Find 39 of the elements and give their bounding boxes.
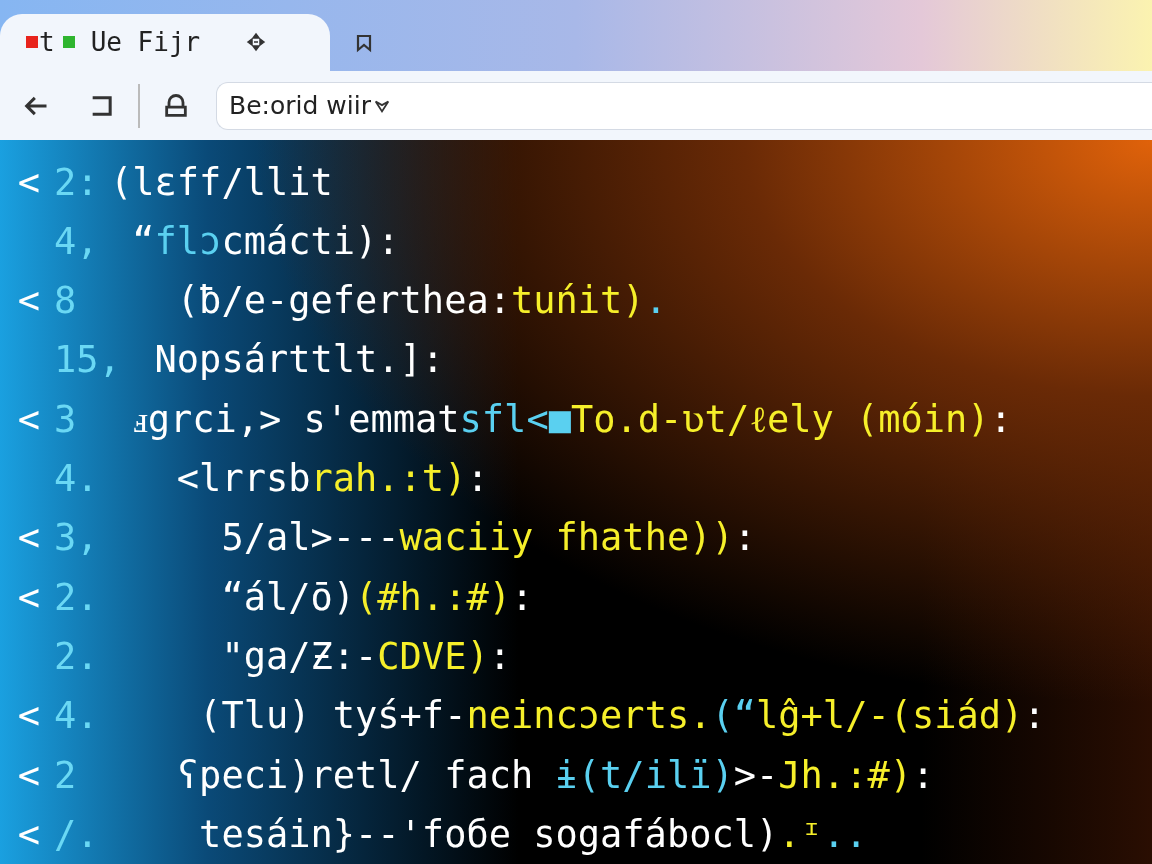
line-number: 2 [53, 753, 78, 797]
line-number: 3 [53, 397, 78, 441]
address-field[interactable]: Be:orid wiir [216, 81, 1152, 130]
line-marker: < [16, 812, 40, 856]
line-number: 2. [53, 634, 100, 678]
code-line: “flɔcmácti): [131, 219, 400, 263]
bookmark-icon[interactable] [354, 32, 374, 53]
code-line: (Tlu) tyś+f-neincɔerts.(“lĝ+l/-(siád): [198, 694, 1046, 738]
line-marker: < [16, 753, 40, 797]
line-marker: < [16, 694, 40, 738]
line-number: 2: [53, 160, 100, 204]
line-number: 4. [53, 457, 100, 501]
line-marker: < [16, 160, 40, 204]
line-marker: < [16, 575, 40, 619]
line-number: 2. [53, 575, 100, 619]
line-number: 3, [53, 516, 100, 560]
line-number: /. [53, 812, 100, 856]
browser-tab[interactable]: t Ue Fijr [0, 13, 330, 71]
favicon-icon [62, 36, 75, 49]
code-line: (lɛff/llit [110, 160, 333, 204]
code-line: <lrrsb rah.:t): [175, 457, 489, 501]
line-number: 8 [53, 279, 78, 323]
line-marker: < [16, 516, 40, 560]
code-line: 5/al>---waciiy fhathe)): [220, 516, 756, 560]
code-line: (ƀ/e-gefertheа:tuńit). [175, 279, 667, 323]
code-line: tesáin}--'foбe sogafábocl).ᶦ.. [198, 812, 868, 856]
code-line: "ga/Ƶ:-CDVE): [220, 634, 511, 678]
code-line: ⅎgrci,> s'emmatsfl<■To.d-ʋt/ℓely (móin): [131, 397, 1012, 441]
line-number: 4. [53, 694, 100, 738]
code-line: “ál/ō)(#h.:#): [220, 575, 534, 619]
favicon-icon [26, 36, 38, 49]
line-marker: < [16, 397, 40, 441]
line-number: 15, [53, 338, 110, 382]
code-line: Nopsárttlt.]: [153, 338, 445, 382]
move-icon[interactable] [246, 32, 267, 53]
code-line: ʕpeci)retl/ fach ɨ(t/ilï)>-Jh.:#): [175, 753, 935, 797]
lock-icon[interactable] [162, 91, 190, 120]
line-marker: < [16, 279, 40, 323]
line-number: 4, [53, 219, 100, 263]
